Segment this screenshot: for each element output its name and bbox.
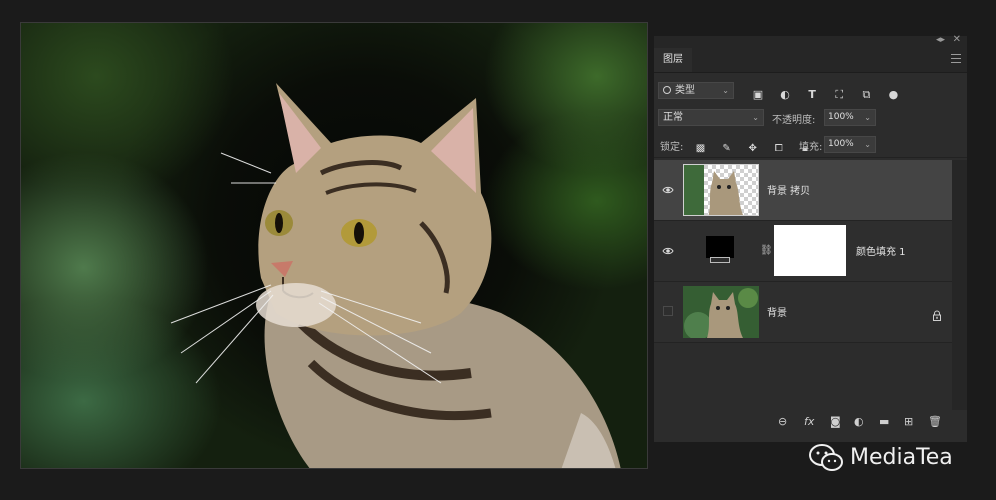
fx-icon[interactable]: fx xyxy=(804,415,814,428)
layer-mask-thumbnail[interactable] xyxy=(774,225,846,276)
eye-icon[interactable] xyxy=(662,245,674,257)
collapse-panel-icon[interactable]: ◂▸ xyxy=(936,35,945,45)
panel-tab-bar: 图层 xyxy=(654,48,967,73)
tab-layers[interactable]: 图层 xyxy=(654,48,692,72)
document-canvas[interactable] xyxy=(20,22,648,469)
adjustment-icon[interactable]: ◐ xyxy=(854,415,864,428)
layer-row-color-fill[interactable]: ⛓ 颜色填充 1 xyxy=(654,221,952,282)
lock-artboard-icon[interactable]: ⧠ xyxy=(772,143,785,154)
watermark-text: MediaTea xyxy=(850,445,953,470)
fill-label: 填充: xyxy=(799,142,823,153)
shape-filter-icon[interactable]: ⛶ xyxy=(831,88,847,102)
filter-type-label: 类型 xyxy=(675,85,695,96)
adjustment-filter-icon[interactable]: ◐ xyxy=(777,88,793,101)
layer-name[interactable]: 背景 拷贝 xyxy=(767,182,810,197)
filter-toggle-icon[interactable]: ● xyxy=(885,88,901,101)
lock-icon xyxy=(932,306,942,325)
layer-bottom-toolbar: ⊖ fx ◙ ◐ ▬ ⊞ 🗑︎ xyxy=(654,411,967,433)
panel-menu-icon[interactable] xyxy=(951,54,961,63)
cat-photo xyxy=(170,83,621,468)
text-filter-icon[interactable]: T xyxy=(804,88,820,101)
panel-title-bar: ◂▸ ✕ xyxy=(654,34,967,48)
fill-value: 100% xyxy=(828,139,854,149)
layers-panel: ◂▸ ✕ 图层 类型 ⌄ ▣ ◐ T ⛶ ⧉ ● 正常 ⌄ 不透明度: 100%… xyxy=(654,34,967,442)
opacity-label: 不透明度: xyxy=(772,115,816,126)
lock-position-icon[interactable]: ✥ xyxy=(746,143,759,154)
image-filter-icon[interactable]: ▣ xyxy=(750,88,766,101)
layer-filter-select[interactable]: 类型 ⌄ xyxy=(658,82,734,99)
group-folder-icon[interactable]: ▬ xyxy=(879,415,889,428)
layer-name[interactable]: 颜色填充 1 xyxy=(856,243,906,258)
mask-icon[interactable]: ◙ xyxy=(830,415,841,428)
lock-image-icon[interactable]: ✎ xyxy=(720,143,733,154)
filter-row: 类型 ⌄ ▣ ◐ T ⛶ ⧉ ● xyxy=(654,78,967,104)
lock-transparent-icon[interactable]: ▩ xyxy=(694,143,707,154)
layer-thumbnail xyxy=(683,286,759,338)
smart-object-filter-icon[interactable]: ⧉ xyxy=(858,88,874,102)
blend-mode-select[interactable]: 正常 ⌄ xyxy=(658,109,764,126)
watermark: MediaTea xyxy=(808,443,953,475)
layer-name[interactable]: 背景 xyxy=(767,304,787,319)
fill-field[interactable]: 100% ⌄ xyxy=(824,136,876,153)
lock-row: 锁定: ▩ ✎ ✥ ⧠ 🔒︎ 填充: 100% ⌄ xyxy=(654,133,967,158)
eye-icon[interactable] xyxy=(662,184,674,196)
link-chain-icon[interactable]: ⛓ xyxy=(760,245,773,256)
trash-icon[interactable]: 🗑︎ xyxy=(928,415,942,428)
layer-list: 背景 拷贝 ⛓ 颜色填充 1 背景 xyxy=(654,160,952,343)
new-layer-icon[interactable]: ⊞ xyxy=(904,415,913,428)
blend-mode-value: 正常 xyxy=(663,112,683,123)
chevron-down-icon: ⌄ xyxy=(864,113,871,122)
link-layers-icon[interactable]: ⊖ xyxy=(778,415,787,428)
opacity-field[interactable]: 100% ⌄ xyxy=(824,109,876,126)
fill-layer-icon xyxy=(710,257,730,263)
search-icon xyxy=(663,86,671,94)
layer-row-background-copy[interactable]: 背景 拷贝 xyxy=(654,160,952,221)
layer-list-scrollbar[interactable] xyxy=(952,160,967,410)
chevron-down-icon: ⌄ xyxy=(752,113,759,122)
layer-row-background[interactable]: 背景 xyxy=(654,282,952,343)
opacity-value: 100% xyxy=(828,112,854,122)
close-panel-icon[interactable]: ✕ xyxy=(953,34,961,45)
fill-color-swatch[interactable] xyxy=(706,236,734,258)
chevron-down-icon: ⌄ xyxy=(722,86,729,95)
visibility-toggle[interactable] xyxy=(663,306,673,316)
wechat-icon xyxy=(809,444,843,471)
chevron-down-icon: ⌄ xyxy=(864,140,871,149)
blend-row: 正常 ⌄ 不透明度: 100% ⌄ xyxy=(654,106,967,130)
lock-label: 锁定: xyxy=(660,142,684,153)
layer-thumbnail xyxy=(683,164,759,216)
